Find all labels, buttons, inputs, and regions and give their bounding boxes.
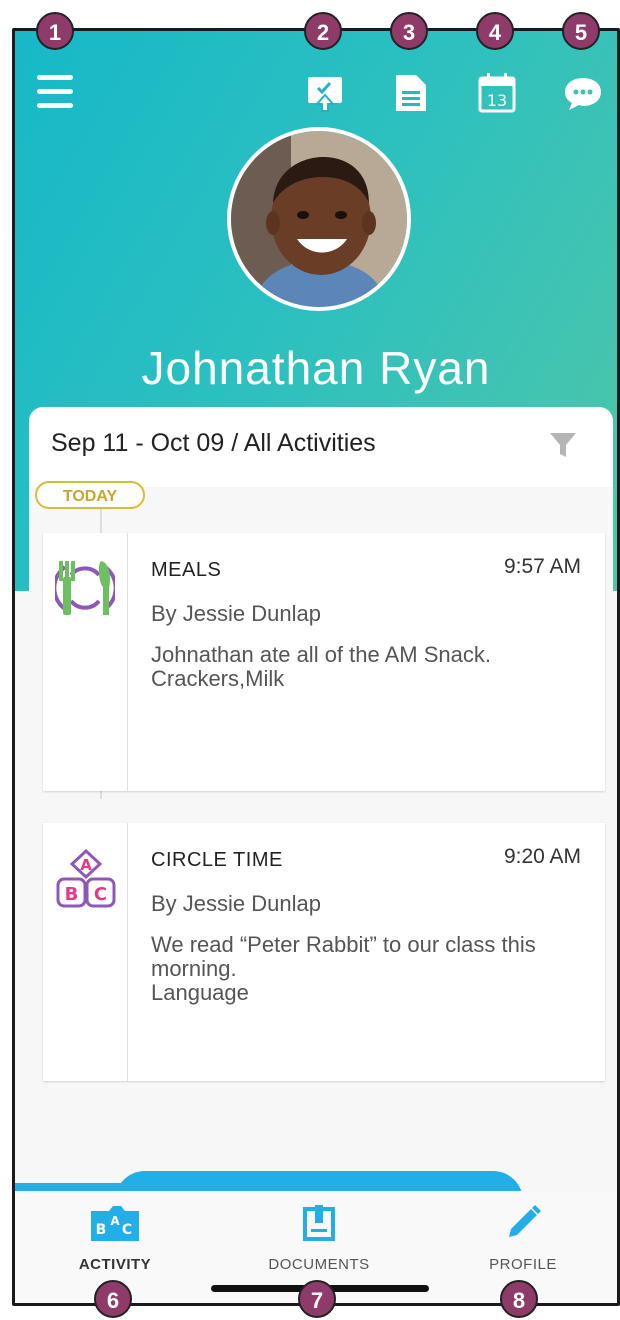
callout-8: 8: [500, 1280, 538, 1318]
feed-header: Sep 11 - Oct 09 / All Activities: [29, 407, 613, 487]
meal-icon: [52, 557, 118, 624]
entry-title: CIRCLE TIME: [151, 849, 283, 871]
activity-entry-circle-time[interactable]: A B C CIRCLE TIME 9:20 AM By Jessie Dunl…: [43, 823, 605, 1081]
phone-frame: 13 Johnathan Ryan Sep 11 - Oct 09 / All …: [12, 28, 620, 1306]
activity-icon: B A C: [87, 1206, 143, 1247]
entry-author: By Jessie Dunlap: [151, 891, 321, 916]
svg-text:A: A: [80, 856, 92, 874]
abc-blocks-icon: A B C: [55, 847, 117, 914]
tab-documents[interactable]: DOCUMENTS: [219, 1203, 419, 1273]
entry-author: By Jessie Dunlap: [151, 601, 321, 626]
tab-activity-label: ACTIVITY: [78, 1256, 152, 1273]
documents-icon: [299, 1205, 339, 1247]
svg-text:B: B: [96, 1222, 107, 1238]
document-icon[interactable]: [391, 73, 431, 113]
menu-icon[interactable]: [37, 75, 73, 111]
today-badge: TODAY: [35, 481, 145, 509]
svg-text:C: C: [94, 884, 107, 905]
entry-icon-column: A B C: [43, 823, 128, 1081]
callout-7: 7: [298, 1280, 336, 1318]
tab-profile-label: PROFILE: [489, 1256, 557, 1273]
callout-6: 6: [94, 1280, 132, 1318]
chat-icon[interactable]: [563, 73, 603, 113]
svg-text:B: B: [65, 884, 79, 905]
entry-time: 9:20 AM: [503, 845, 581, 868]
tab-activity[interactable]: B A C ACTIVITY: [15, 1203, 215, 1273]
entry-title: MEALS: [151, 559, 222, 581]
callout-3: 3: [390, 12, 428, 50]
filter-icon[interactable]: [549, 431, 577, 464]
entry-icon-column: [43, 533, 128, 791]
svg-text:A: A: [110, 1214, 120, 1228]
pencil-icon: [503, 1205, 543, 1247]
callout-1: 1: [36, 12, 74, 50]
activity-entry-meals[interactable]: MEALS 9:57 AM By Jessie Dunlap Johnathan…: [43, 533, 605, 791]
entry-note: Johnathan ate all of the AM Snack. Crack…: [151, 642, 492, 691]
check-in-icon[interactable]: [305, 73, 345, 113]
tab-profile[interactable]: PROFILE: [423, 1203, 617, 1273]
callout-2: 2: [304, 12, 342, 50]
entry-note: We read “Peter Rabbit” to our class this…: [151, 932, 536, 1005]
callout-4: 4: [476, 12, 514, 50]
calendar-icon[interactable]: 13: [477, 73, 517, 113]
callout-5: 5: [562, 12, 600, 50]
date-range-label[interactable]: Sep 11 - Oct 09 / All Activities: [51, 429, 376, 458]
avatar[interactable]: [227, 127, 411, 311]
calendar-day: 13: [487, 91, 507, 110]
entry-time: 9:57 AM: [503, 555, 581, 578]
child-name: Johnathan Ryan: [141, 342, 491, 394]
tab-documents-label: DOCUMENTS: [268, 1256, 370, 1273]
activity-feed: Sep 11 - Oct 09 / All Activities TODAY M…: [29, 407, 613, 1247]
svg-text:C: C: [122, 1222, 132, 1238]
